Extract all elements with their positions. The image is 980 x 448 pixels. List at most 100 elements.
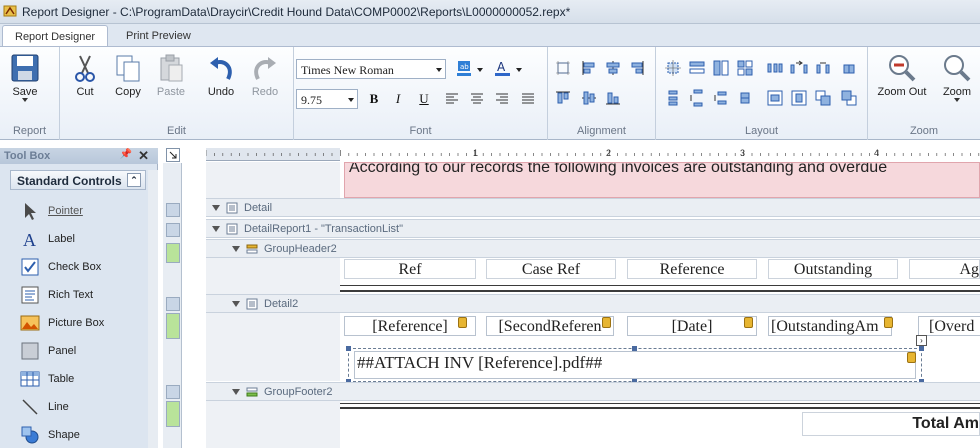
header-cell-case-ref[interactable]: Case Ref (486, 259, 616, 279)
align-rights-button[interactable] (628, 59, 646, 77)
close-icon[interactable]: ✕ (138, 148, 149, 164)
header-double-line[interactable] (340, 290, 980, 292)
collapse-icon[interactable] (232, 301, 240, 307)
band-marker[interactable] (166, 223, 180, 237)
vertical-spacing-equal-button[interactable] (664, 89, 682, 107)
align-lefts-button[interactable] (580, 59, 598, 77)
collapse-icon[interactable] (232, 246, 240, 252)
field-reference[interactable]: [Reference] (344, 316, 476, 336)
pin-icon[interactable]: 📌 (120, 149, 132, 160)
footer-double-line[interactable] (340, 407, 980, 409)
banner-label[interactable]: According to our records the following i… (344, 162, 980, 198)
band-marker[interactable] (166, 313, 180, 339)
header-line[interactable] (340, 285, 980, 286)
bold-button[interactable]: B (364, 89, 384, 109)
align-centers-button[interactable] (604, 59, 622, 77)
band-detail[interactable]: Detail (206, 198, 980, 217)
toolbox-item-panel[interactable]: Panel (18, 338, 146, 364)
toolbox-item-check-box[interactable]: Check Box (18, 254, 146, 280)
increase-horizontal-spacing-button[interactable] (790, 59, 808, 77)
band-marker[interactable] (166, 203, 180, 217)
increase-vertical-spacing-button[interactable] (688, 89, 706, 107)
collapse-icon[interactable] (212, 226, 220, 232)
toolbox-scrollbar[interactable] (148, 170, 158, 448)
standard-controls-group[interactable]: Standard Controls ⌃ (10, 170, 146, 190)
zoom-dropdown-arrow[interactable] (954, 98, 960, 102)
toolbox-item-picture-box[interactable]: Picture Box (18, 310, 146, 336)
italic-button[interactable]: I (388, 89, 408, 109)
band-marker[interactable] (166, 297, 180, 311)
redo-button[interactable]: Redo (242, 51, 288, 111)
header-cell-outstanding[interactable]: Outstanding (768, 259, 898, 279)
send-to-back-button[interactable] (840, 89, 858, 107)
resize-handle[interactable] (919, 346, 924, 351)
zoom-out-button[interactable]: Zoom Out (874, 51, 930, 111)
band-detail2[interactable]: Detail2 (206, 294, 980, 313)
band-marker[interactable] (166, 243, 180, 263)
attach-label[interactable]: ##ATTACH INV [Reference].pdf## (354, 351, 916, 379)
cut-button[interactable]: Cut (62, 51, 108, 111)
horizontal-spacing-equal-button[interactable] (766, 59, 784, 77)
size-to-grid-button[interactable] (664, 59, 682, 77)
remove-vertical-spacing-button[interactable] (736, 89, 754, 107)
toolbox-item-table[interactable]: Table (18, 366, 146, 392)
remove-horizontal-spacing-button[interactable] (840, 59, 858, 77)
align-left-button[interactable] (444, 91, 462, 109)
make-same-size-button[interactable] (736, 59, 754, 77)
align-tops-button[interactable] (554, 89, 572, 107)
resize-handle[interactable] (632, 346, 637, 351)
justify-button[interactable] (520, 91, 538, 109)
chevron-up-icon[interactable]: ⌃ (127, 173, 141, 187)
align-to-grid-button[interactable] (554, 59, 572, 77)
undo-button[interactable]: Undo (198, 51, 244, 111)
footer-line[interactable] (340, 403, 980, 404)
center-horizontally-button[interactable] (766, 89, 784, 107)
field-outstanding-amount[interactable]: [OutstandingAm (768, 316, 892, 336)
smart-tag-icon[interactable]: › (916, 335, 927, 346)
zoom-button[interactable]: Zoom (934, 51, 980, 111)
header-cell-reference[interactable]: Reference (627, 259, 757, 279)
make-same-width-button[interactable] (688, 59, 706, 77)
save-button[interactable]: Save (2, 51, 48, 111)
toolbox-item-shape[interactable]: Shape (18, 422, 146, 448)
toolbox-item-rich-text[interactable]: Rich Text (18, 282, 146, 308)
footer-total-label[interactable]: Total Am (802, 412, 980, 436)
band-group-header[interactable]: GroupHeader2 (206, 239, 980, 258)
align-center-button[interactable] (469, 91, 487, 109)
band-marker[interactable] (166, 385, 180, 399)
decrease-vertical-spacing-button[interactable] (712, 89, 730, 107)
attach-label-selected[interactable]: ##ATTACH INV [Reference].pdf## › (346, 335, 927, 384)
font-family-combo[interactable]: Times New Roman (296, 59, 446, 79)
align-bottoms-button[interactable] (604, 89, 622, 107)
field-overdue[interactable]: [Overd (918, 316, 980, 336)
header-cell-age[interactable]: Ag (909, 259, 980, 279)
copy-button[interactable]: Copy (105, 51, 151, 111)
field-second-reference[interactable]: [SecondReferen (486, 316, 614, 336)
highlight-color-button[interactable]: ab (456, 60, 474, 78)
band-group-footer[interactable]: GroupFooter2 (206, 382, 980, 401)
resize-handle[interactable] (346, 346, 351, 351)
collapse-icon[interactable] (232, 389, 240, 395)
font-size-combo[interactable]: 9.75 (296, 89, 358, 109)
align-right-button[interactable] (494, 91, 512, 109)
decrease-horizontal-spacing-button[interactable] (814, 59, 832, 77)
toolbox-item-pointer[interactable]: Pointer (18, 198, 146, 224)
underline-button[interactable]: U (414, 89, 434, 109)
toolbox-item-line[interactable]: Line (18, 394, 146, 420)
tab-print-preview[interactable]: Print Preview (114, 25, 203, 46)
report-design-surface[interactable]: According to our records the following i… (182, 162, 980, 448)
band-marker[interactable] (166, 401, 180, 427)
tab-report-designer[interactable]: Report Designer (2, 25, 109, 46)
bring-to-front-button[interactable] (814, 89, 832, 107)
font-color-dropdown[interactable] (516, 68, 522, 72)
save-dropdown-arrow[interactable] (22, 98, 28, 102)
paste-button[interactable]: Paste (148, 51, 194, 111)
align-middles-button[interactable] (580, 89, 598, 107)
center-vertically-button[interactable] (790, 89, 808, 107)
collapse-icon[interactable] (212, 205, 220, 211)
band-detail-report[interactable]: DetailReport1 - "TransactionList" (206, 219, 980, 238)
make-same-height-button[interactable] (712, 59, 730, 77)
field-date[interactable]: [Date] (627, 316, 757, 336)
ruler-corner-button[interactable] (166, 148, 180, 162)
header-cell-ref[interactable]: Ref (344, 259, 476, 279)
